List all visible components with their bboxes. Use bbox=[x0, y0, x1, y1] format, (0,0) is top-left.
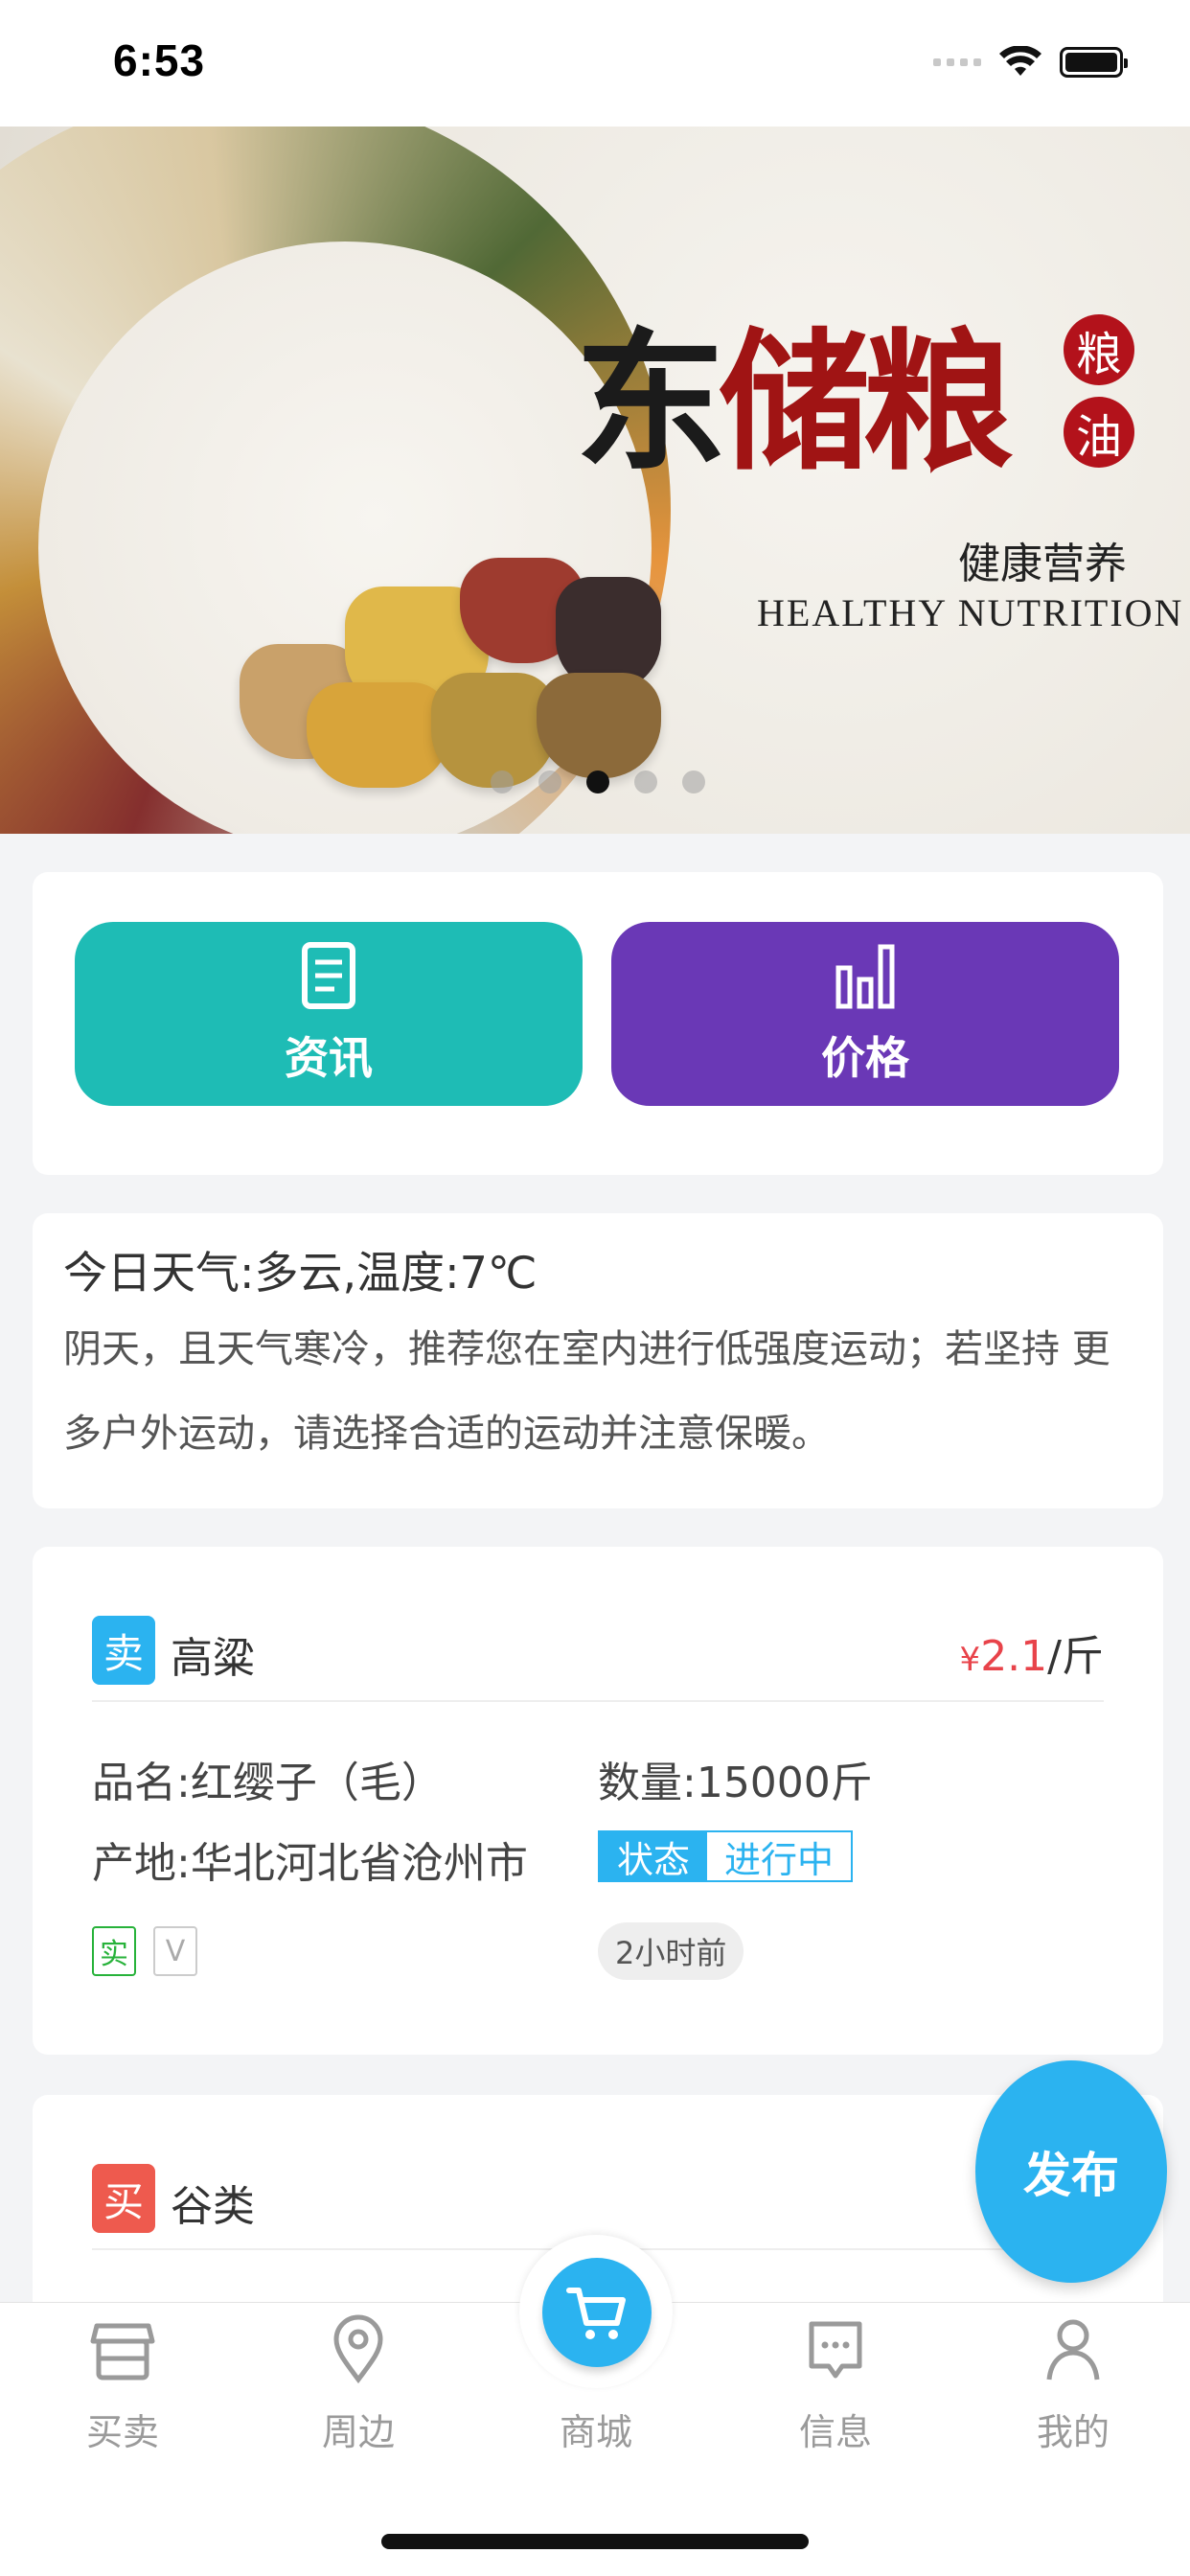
sell-badge: 卖 bbox=[92, 1616, 155, 1685]
tab-buy-sell[interactable]: 买卖 bbox=[46, 2312, 199, 2475]
publish-button[interactable]: 发布 bbox=[975, 2060, 1167, 2283]
carousel-dot-active[interactable] bbox=[586, 770, 609, 794]
weather-title: 今日天气:多云,温度:7℃ bbox=[63, 1247, 538, 1299]
status-badge: 状态 进行中 bbox=[598, 1830, 854, 1882]
banner-subtitle-cn: 健康营养 bbox=[958, 540, 1127, 588]
carousel-indicator[interactable] bbox=[491, 770, 705, 794]
status-bar: 6:53 bbox=[0, 0, 1190, 126]
banner-title: 东储粮 bbox=[575, 314, 1014, 492]
carousel-dot[interactable] bbox=[682, 770, 705, 794]
wifi-icon bbox=[999, 46, 1041, 76]
quantity: 数量:15000斤 bbox=[598, 1759, 873, 1807]
tab-profile[interactable]: 我的 bbox=[996, 2312, 1150, 2475]
product-name: 谷类 bbox=[171, 2182, 255, 2231]
price-button[interactable]: 价格 bbox=[611, 922, 1119, 1106]
listing-card[interactable]: 卖 高粱 ¥2.1/斤 品名:红缨子（毛） 数量:15000斤 产地:华北河北省… bbox=[33, 1547, 1163, 2055]
buy-badge: 买 bbox=[92, 2164, 155, 2233]
message-icon bbox=[809, 2321, 862, 2379]
cart-button[interactable] bbox=[542, 2258, 652, 2367]
carousel-dot[interactable] bbox=[491, 770, 514, 794]
weather-card[interactable]: 今日天气:多云,温度:7℃ 阴天，且天气寒冷，推荐您在室内进行低强度运动；若坚持… bbox=[33, 1213, 1163, 1508]
price: ¥2.1/斤 bbox=[959, 1632, 1104, 1681]
product-name: 高粱 bbox=[171, 1634, 255, 1683]
status-time: 6:53 bbox=[113, 35, 206, 85]
cart-icon bbox=[566, 2288, 626, 2339]
user-icon bbox=[1046, 2319, 1100, 2380]
promo-banner[interactable]: 东储粮 粮 油 健康营养 HEALTHY NUTRITION bbox=[0, 126, 1190, 834]
news-label: 资讯 bbox=[285, 1032, 373, 1084]
store-icon bbox=[90, 2323, 155, 2380]
tab-messages[interactable]: 信息 bbox=[759, 2312, 912, 2475]
banner-subtitle-en: HEALTHY NUTRITION bbox=[757, 591, 1184, 634]
listing-header: 卖 高粱 ¥2.1/斤 bbox=[92, 1616, 1104, 1702]
document-icon bbox=[302, 942, 355, 1009]
carousel-dot[interactable] bbox=[538, 770, 561, 794]
weather-description: 阴天，且天气寒冷，推荐您在室内进行低强度运动；若坚持 更多户外运动，请选择合适的… bbox=[63, 1327, 1110, 1456]
post-time: 2小时前 bbox=[598, 1922, 744, 1980]
verified-real-badge: 实 bbox=[92, 1926, 136, 1976]
bar-chart-icon bbox=[835, 944, 895, 1009]
home-indicator[interactable] bbox=[381, 2534, 809, 2549]
carousel-dot[interactable] bbox=[634, 770, 657, 794]
location-pin-icon bbox=[333, 2314, 383, 2384]
seal-oil: 油 bbox=[1064, 397, 1134, 468]
signal-icon bbox=[933, 58, 981, 66]
safe-area bbox=[0, 2486, 1190, 2576]
vip-badge: V bbox=[153, 1926, 197, 1976]
variety-name: 品名:红缨子（毛） bbox=[92, 1759, 444, 1807]
tab-nearby[interactable]: 周边 bbox=[282, 2312, 435, 2475]
battery-icon bbox=[1060, 47, 1128, 78]
seal-grain: 粮 bbox=[1064, 314, 1134, 385]
status-icons bbox=[933, 46, 1128, 79]
news-button[interactable]: 资讯 bbox=[75, 922, 583, 1106]
quick-actions-card: 资讯 价格 bbox=[33, 872, 1163, 1175]
price-label: 价格 bbox=[821, 1032, 909, 1084]
origin: 产地:华北河北省沧州市 bbox=[92, 1839, 528, 1888]
